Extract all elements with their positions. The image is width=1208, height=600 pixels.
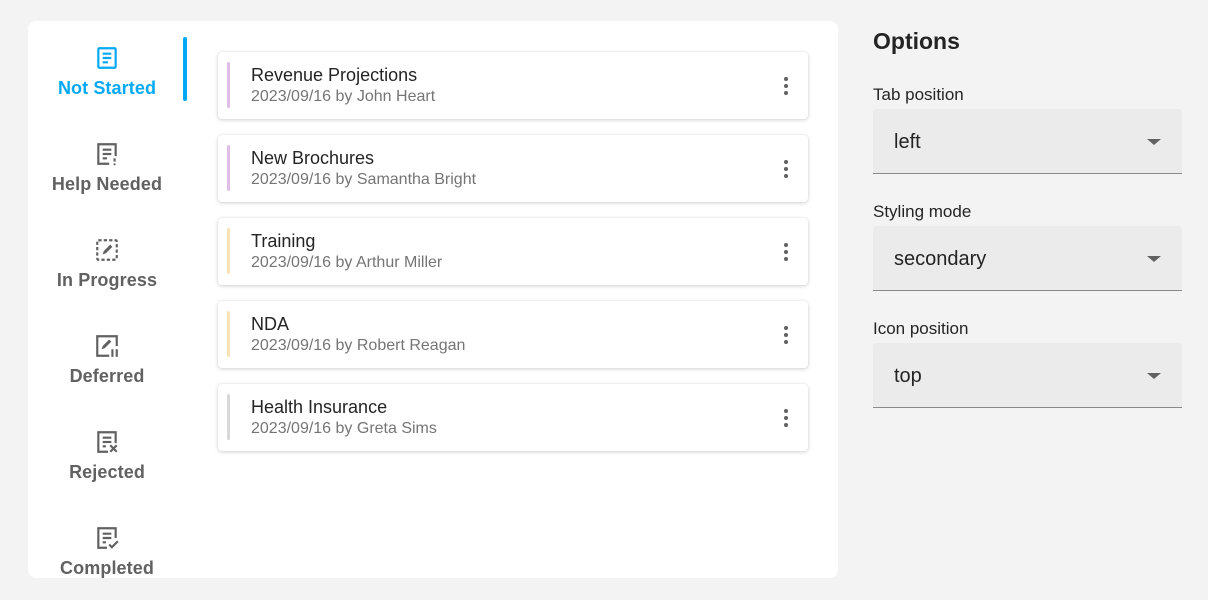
- more-options-button[interactable]: [774, 70, 798, 102]
- task-title: NDA: [251, 314, 290, 334]
- task-card[interactable]: New Brochures 2023/09/16 by Samantha Bri…: [218, 135, 808, 202]
- tab-label: Help Needed: [51, 173, 163, 194]
- tab-position-value: left: [894, 131, 921, 153]
- options-title: Options: [873, 28, 960, 54]
- notes-x-icon: [93, 428, 121, 456]
- styling-mode-select[interactable]: secondary: [873, 226, 1182, 291]
- more-options-button[interactable]: [774, 236, 798, 268]
- icon-position-label: Icon position: [873, 319, 969, 338]
- notes-icon: [93, 44, 121, 72]
- help-notes-icon: [93, 140, 121, 168]
- chevron-down-icon: [1147, 373, 1161, 379]
- task-meta: 2023/09/16 by Robert Reagan: [251, 337, 466, 354]
- edit-dashed-icon: [93, 236, 121, 264]
- tab-position-label: Tab position: [873, 85, 964, 104]
- options-panel: Options Tab position left Styling mode s…: [873, 28, 1182, 408]
- task-meta: 2023/09/16 by John Heart: [251, 88, 436, 105]
- task-card[interactable]: NDA 2023/09/16 by Robert Reagan: [218, 301, 808, 368]
- priority-bar: [227, 228, 230, 274]
- styling-mode-label: Styling mode: [873, 202, 972, 221]
- task-card[interactable]: Health Insurance 2023/09/16 by Greta Sim…: [218, 384, 808, 451]
- chevron-down-icon: [1147, 139, 1161, 145]
- task-meta: 2023/09/16 by Samantha Bright: [251, 171, 477, 188]
- task-meta: 2023/09/16 by Arthur Miller: [251, 254, 443, 271]
- task-title: New Brochures: [251, 148, 375, 168]
- tab-not-started[interactable]: Not Started: [28, 23, 186, 119]
- priority-bar: [227, 62, 230, 108]
- task-card[interactable]: Training 2023/09/16 by Arthur Miller: [218, 218, 808, 285]
- task-card[interactable]: Revenue Projections 2023/09/16 by John H…: [218, 52, 808, 119]
- priority-bar: [227, 311, 230, 357]
- selected-tab-indicator: [183, 37, 187, 101]
- more-options-button[interactable]: [774, 319, 798, 351]
- task-title: Training: [251, 231, 316, 251]
- tab-position-option: Tab position left: [873, 85, 1182, 174]
- more-vertical-icon: [784, 409, 788, 427]
- tab-label: Deferred: [69, 365, 145, 386]
- chevron-down-icon: [1147, 256, 1161, 262]
- more-vertical-icon: [784, 243, 788, 261]
- tab-help-needed[interactable]: Help Needed: [28, 119, 186, 215]
- styling-mode-option: Styling mode secondary: [873, 202, 1182, 291]
- more-options-button[interactable]: [774, 402, 798, 434]
- tab-label: Rejected: [69, 461, 145, 482]
- more-vertical-icon: [784, 77, 788, 95]
- tab-label: Not Started: [57, 77, 157, 98]
- more-options-button[interactable]: [774, 153, 798, 185]
- tab-label: In Progress: [56, 269, 158, 290]
- icon-position-select[interactable]: top: [873, 343, 1182, 408]
- tab-panel: Not Started Help Needed In Progress Defe…: [28, 21, 838, 578]
- task-meta: 2023/09/16 by Greta Sims: [251, 420, 437, 437]
- styling-mode-value: secondary: [894, 248, 987, 270]
- tab-rejected[interactable]: Rejected: [28, 407, 186, 503]
- edit-pause-icon: [93, 332, 121, 360]
- notes-check-icon: [93, 524, 121, 552]
- tab-list: Not Started Help Needed In Progress Defe…: [28, 21, 218, 578]
- more-vertical-icon: [784, 326, 788, 344]
- tab-label: Completed: [60, 557, 154, 578]
- icon-position-value: top: [894, 365, 922, 387]
- task-title: Health Insurance: [251, 397, 388, 417]
- tab-deferred[interactable]: Deferred: [28, 311, 186, 407]
- task-list: Revenue Projections 2023/09/16 by John H…: [218, 52, 808, 467]
- task-title: Revenue Projections: [251, 65, 418, 85]
- tab-completed[interactable]: Completed: [28, 503, 186, 578]
- tab-in-progress[interactable]: In Progress: [28, 215, 186, 311]
- more-vertical-icon: [784, 160, 788, 178]
- icon-position-option: Icon position top: [873, 319, 1182, 408]
- priority-bar: [227, 394, 230, 440]
- tab-position-select[interactable]: left: [873, 109, 1182, 174]
- priority-bar: [227, 145, 230, 191]
